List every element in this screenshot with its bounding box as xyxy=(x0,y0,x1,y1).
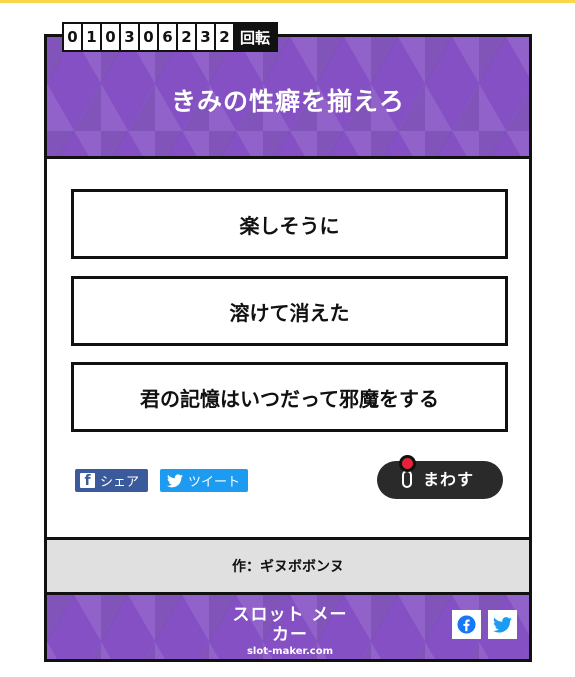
author-credit: 作：ギヌボボンヌ xyxy=(47,537,529,595)
site-footer: スロット メーカー slot-maker.com xyxy=(47,595,529,659)
facebook-link[interactable] xyxy=(452,610,481,639)
facebook-icon xyxy=(457,615,476,634)
counter-digit: 0 xyxy=(102,24,119,50)
counter-digit: 3 xyxy=(121,24,138,50)
twitter-bird-icon xyxy=(493,616,512,633)
counter-digit: 2 xyxy=(216,24,233,50)
logo-title: スロット メーカー xyxy=(232,605,348,645)
facebook-share-label: シェア xyxy=(100,475,140,490)
reel-1: 楽しそうに xyxy=(71,189,508,259)
reel-2: 溶けて消えた xyxy=(71,276,508,346)
counter-digit: 0 xyxy=(140,24,157,50)
spin-button[interactable]: まわす xyxy=(377,455,503,499)
spin-label: まわす xyxy=(423,470,475,489)
twitter-share-button[interactable]: ツイート xyxy=(160,469,248,492)
counter-digit: 1 xyxy=(83,24,100,50)
slot-header: きみの性癖を揃えろ xyxy=(47,37,529,159)
counter-digit: 0 xyxy=(64,24,81,50)
counter-unit: 回転 xyxy=(240,28,271,47)
twitter-link[interactable] xyxy=(488,610,517,639)
facebook-icon: f xyxy=(80,473,95,489)
slot-card: きみの性癖を揃えろ 楽しそうに 溶けて消えた 君の記憶はいつだって邪魔をする f… xyxy=(44,34,532,662)
spin-counter: 0 1 0 3 0 6 2 3 2 回転 xyxy=(62,22,279,52)
lever-knob xyxy=(399,455,416,472)
slot-maker-logo[interactable]: スロット メーカー slot-maker.com xyxy=(225,605,355,659)
slot-title: きみの性癖を揃えろ xyxy=(170,86,405,116)
facebook-share-button[interactable]: f シェア xyxy=(75,469,148,492)
logo-domain: slot-maker.com xyxy=(246,646,334,657)
counter-digit: 3 xyxy=(197,24,214,50)
reel-3: 君の記憶はいつだって邪魔をする xyxy=(71,362,508,432)
counter-digit: 2 xyxy=(178,24,195,50)
twitter-share-label: ツイート xyxy=(188,475,241,490)
counter-digit: 6 xyxy=(159,24,176,50)
lever-icon xyxy=(402,470,412,488)
top-accent-strip xyxy=(0,0,575,3)
twitter-bird-icon xyxy=(167,473,183,487)
